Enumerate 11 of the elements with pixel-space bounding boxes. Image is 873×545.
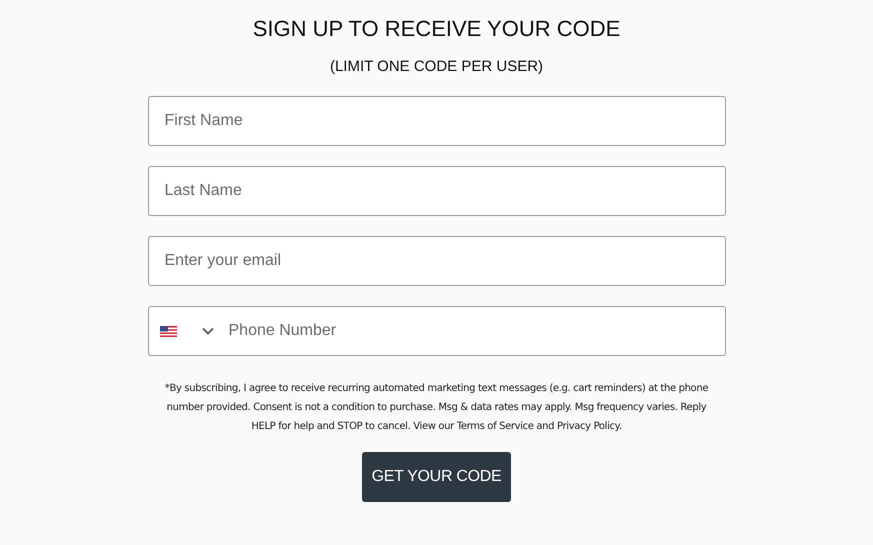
consent-text: *By subscribing, I agree to receive recurring automated marketing text messages (e.g. cart reminders) at the phone number provided. Consent is not a condition to purchase. Msg & data rates may apply. Msg frequency varies. Reply HELP for help and STOP to cancel. View our Terms of Service and Privacy Policy. — [164, 382, 710, 434]
input-field[interactable]: First Name — [148, 96, 726, 146]
phone-number-input[interactable]: Phone Number — [228, 322, 708, 340]
page-title: SIGN UP TO RECEIVE YOUR CODE — [252, 15, 620, 43]
limit-note: (LIMIT ONE CODE PER USER) — [330, 57, 544, 77]
chevron-down-icon[interactable] — [202, 327, 214, 335]
phone-field[interactable]: Phone Number — [148, 306, 726, 356]
input-field[interactable]: Enter your email — [148, 236, 726, 286]
flag-icon[interactable] — [160, 326, 176, 336]
input-field[interactable]: Last Name — [148, 166, 726, 216]
get-code-button[interactable]: GET YOUR CODE — [362, 452, 512, 502]
